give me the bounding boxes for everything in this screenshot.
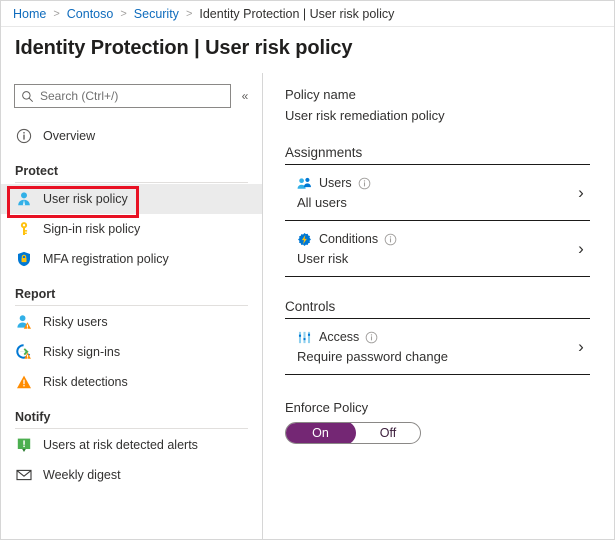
row-header: Access [297,330,572,345]
chevron-right-icon[interactable]: › [572,337,590,357]
breadcrumb-item-current: Identity Protection | User risk policy [199,6,395,21]
sidebar-item-label: User risk policy [43,192,128,206]
row-value: User risk [297,250,349,266]
search-icon [21,90,34,103]
sidebar-item-weekly-digest[interactable]: Weekly digest [1,460,262,490]
info-icon[interactable] [365,331,378,344]
sidebar-divider [15,305,248,306]
row-title: Users [319,176,352,190]
sidebar-item-overview[interactable]: Overview [1,121,262,151]
warning-triangle-icon [15,374,32,391]
conditions-gear-icon [297,232,312,247]
assignment-row-conditions[interactable]: Conditions User risk › [285,221,590,277]
row-content: Access Require password change [297,330,572,364]
controls-heading: Controls [285,299,336,314]
sidebar-item-signin-risk-policy[interactable]: Sign-in risk policy [1,214,262,244]
alert-square-icon [15,437,32,454]
sidebar-item-label: Risky sign-ins [43,345,121,359]
row-header: Conditions [297,232,572,247]
sidebar-item-label: Overview [43,129,96,143]
sidebar-item-risk-detections[interactable]: Risk detections [1,367,262,397]
risky-user-icon [15,314,32,331]
sidebar-item-label: Risk detections [43,375,128,389]
sidebar-item-mfa-registration-policy[interactable]: MFA registration policy [1,244,262,274]
row-content: Conditions User risk [297,232,572,266]
page-title: Identity Protection | User risk policy [15,37,353,59]
azure-portal-blade: Home > Contoso > Security > Identity Pro… [0,0,615,540]
enforce-policy-label: Enforce Policy [285,400,369,415]
sidebar: « Overview Protect [1,73,263,539]
chevron-right-icon[interactable]: › [572,239,590,259]
blade-body: « Overview Protect [1,73,614,539]
search-box[interactable] [14,84,231,108]
assignments-heading: Assignments [285,145,363,160]
assignment-row-users[interactable]: Users All users › [285,165,590,221]
chevron-double-left-icon[interactable]: « [234,84,256,108]
sidebar-item-label: Weekly digest [43,468,121,482]
sidebar-item-label: Users at risk detected alerts [43,438,198,452]
sidebar-divider [15,428,248,429]
sidebar-section-protect: Protect [15,164,59,178]
sidebar-search-row: « [1,81,262,111]
key-icon [15,221,32,238]
sidebar-section-report: Report [15,287,56,301]
enforce-policy-section: Enforce Policy On Off [285,400,590,444]
breadcrumb-item-contoso[interactable]: Contoso [67,7,114,21]
breadcrumb-separator-icon: > [53,7,60,20]
policy-name-label: Policy name [285,87,356,102]
row-content: Users All users [297,176,572,210]
toggle-option-off[interactable]: Off [356,423,420,443]
control-row-access[interactable]: Access Require password change › [285,319,590,375]
sidebar-item-user-risk-policy[interactable]: User risk policy [1,184,262,214]
shield-lock-icon [15,251,32,268]
info-icon[interactable] [358,177,371,190]
sidebar-divider [15,182,248,183]
sidebar-item-risky-signins[interactable]: Risky sign-ins [1,337,262,367]
search-input[interactable] [40,89,224,103]
breadcrumb-separator-icon: > [120,7,127,20]
policy-detail-panel: Policy name User risk remediation policy… [263,73,614,539]
row-value: Require password change [297,348,449,364]
risky-signin-icon [15,344,32,361]
envelope-icon [15,467,32,484]
sidebar-item-risky-users[interactable]: Risky users [1,307,262,337]
chevron-right-icon[interactable]: › [572,183,590,203]
sidebar-section-notify: Notify [15,410,51,424]
breadcrumb-item-security[interactable]: Security [134,7,179,21]
row-value: All users [297,194,347,210]
breadcrumb: Home > Contoso > Security > Identity Pro… [1,1,614,27]
info-icon[interactable] [384,233,397,246]
policy-name-value: User risk remediation policy [285,108,445,123]
row-header: Users [297,176,572,191]
user-icon [15,191,32,208]
row-title: Access [319,330,360,344]
sidebar-item-label: MFA registration policy [43,252,169,266]
users-icon [297,176,312,191]
breadcrumb-separator-icon: > [185,7,193,20]
row-title: Conditions [319,232,379,246]
sidebar-item-label: Sign-in risk policy [43,222,141,236]
access-sliders-icon [297,330,312,345]
sidebar-item-label: Risky users [43,315,108,329]
info-circle-icon [15,128,32,145]
breadcrumb-item-home[interactable]: Home [13,7,46,21]
sidebar-item-users-at-risk-alerts[interactable]: Users at risk detected alerts [1,430,262,460]
toggle-option-on[interactable]: On [286,423,356,443]
enforce-policy-toggle[interactable]: On Off [285,422,421,444]
